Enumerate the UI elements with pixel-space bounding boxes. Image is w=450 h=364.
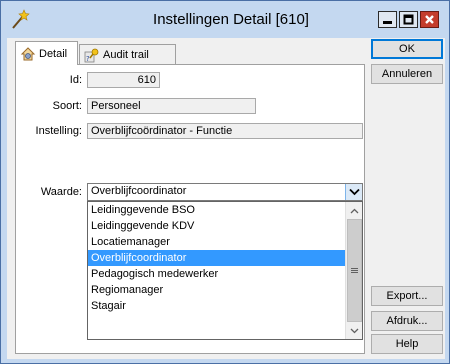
tab-audit-trail[interactable]: ? Audit trail [79,44,176,65]
scroll-up-button[interactable] [346,202,363,219]
afdruk-button[interactable]: Afdruk... [371,311,443,331]
window-title: Instellingen Detail [610] [153,11,309,28]
ok-button[interactable]: OK [371,39,443,59]
list-item-selected[interactable]: Overblijfcoordinator [88,250,345,266]
waarde-label: Waarde: [40,186,82,198]
waarde-select[interactable]: Overblijfcoordinator [87,183,363,201]
waarde-dropdown-list: Leidinggevende BSO Leidinggevende KDV Lo… [87,201,363,340]
wand-icon[interactable] [9,9,31,31]
svg-text:?: ? [86,55,90,63]
detail-panel: Id: 610 Soort: Personeel Instelling: Ove… [15,64,365,354]
chevron-up-icon [350,208,359,213]
close-button[interactable] [420,11,439,28]
minimize-button[interactable] [378,11,397,28]
list-item[interactable]: Regiomanager [88,282,345,298]
export-button[interactable]: Export... [371,286,443,306]
list-item[interactable]: Stagair [88,298,345,314]
list-item[interactable]: Pedagogisch medewerker [88,266,345,282]
house-gear-icon [20,46,36,60]
scroll-down-button[interactable] [346,322,363,339]
instelling-field: Overblijfcoördinator - Functie [87,123,363,139]
maximize-icon [403,14,414,25]
title-bar[interactable]: Instellingen Detail [610] [1,1,449,38]
option-list: Leidinggevende BSO Leidinggevende KDV Lo… [88,202,345,314]
help-button[interactable]: Help [371,334,443,354]
tab-audit-trail-label: Audit trail [103,49,149,61]
audit-key-icon: ? [84,48,99,63]
tab-detail-label: Detail [39,47,68,60]
grip-icon [351,268,358,273]
scroll-thumb[interactable] [347,219,362,322]
maximize-button[interactable] [399,11,418,28]
chevron-down-icon [350,328,359,333]
annuleren-button[interactable]: Annuleren [371,64,443,84]
list-item[interactable]: Leidinggevende BSO [88,202,345,218]
id-label: Id: [69,74,82,86]
close-icon [425,15,434,24]
list-item[interactable]: Leidinggevende KDV [88,218,345,234]
chevron-down-icon [348,188,360,196]
minimize-icon [383,21,392,24]
dialog-window: Instellingen Detail [610] Detail ? Audit… [0,0,450,364]
id-field: 610 [87,72,160,88]
dropdown-toggle[interactable] [345,184,362,200]
waarde-selected-value: Overblijfcoordinator [91,185,187,197]
list-item[interactable]: Locatiemanager [88,234,345,250]
instelling-label: Instelling: [35,125,82,137]
soort-label: Soort: [52,100,82,112]
tab-detail[interactable]: Detail [15,41,78,65]
soort-field: Personeel [87,98,256,114]
dropdown-scrollbar[interactable] [345,202,362,339]
dialog-body: Detail ? Audit trail Id: 610 Soort: Pers… [7,38,445,359]
